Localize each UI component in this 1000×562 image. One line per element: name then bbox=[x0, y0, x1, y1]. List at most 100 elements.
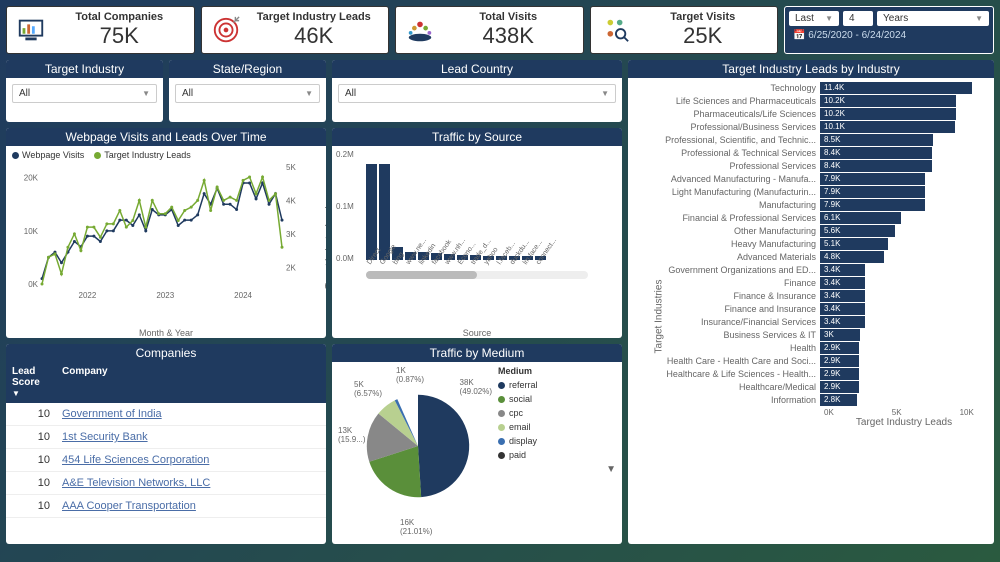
legend-label: cpc bbox=[509, 408, 523, 418]
legend-item[interactable]: paid bbox=[498, 450, 616, 460]
filter-select[interactable]: All ▼ bbox=[338, 84, 616, 103]
hbar-label: Pharmaceuticals/Life Sciences bbox=[640, 109, 820, 119]
bar[interactable] bbox=[366, 164, 377, 260]
hbar[interactable]: 5.6K bbox=[820, 225, 895, 237]
legend-label: social bbox=[509, 394, 532, 404]
hbar[interactable]: 2.9K bbox=[820, 355, 859, 367]
kpi-target-visits: Target Visits25K bbox=[590, 6, 779, 54]
hbar-label: Healthcare/Medical bbox=[640, 382, 820, 392]
legend-item-webpage-visits[interactable]: Webpage Visits bbox=[12, 150, 84, 160]
kpi-value: 25K bbox=[637, 23, 770, 49]
hbar[interactable]: 8.4K bbox=[820, 160, 932, 172]
hbar[interactable]: 6.1K bbox=[820, 212, 901, 224]
hbar-row: Advanced Materials4.8K bbox=[640, 251, 988, 263]
legend-dot-icon bbox=[12, 152, 19, 159]
x-axis-label: Month & Year bbox=[139, 328, 193, 338]
legend-item[interactable]: cpc bbox=[498, 408, 616, 418]
hbar[interactable]: 7.9K bbox=[820, 199, 925, 211]
filter-select[interactable]: All▼ bbox=[175, 84, 320, 103]
hbar-row: Other Manufacturing5.6K bbox=[640, 225, 988, 237]
filter-select[interactable]: All▼ bbox=[12, 84, 157, 103]
hbar[interactable]: 4.8K bbox=[820, 251, 884, 263]
hbar-label: Information bbox=[640, 395, 820, 405]
legend-label: Webpage Visits bbox=[22, 150, 84, 160]
filter-title: Target Industry bbox=[6, 60, 163, 78]
dashboard-icon bbox=[15, 14, 47, 46]
company-link[interactable]: AAA Cooper Transportation bbox=[62, 500, 196, 512]
table-row: 101st Security Bank bbox=[6, 426, 326, 449]
date-qty-select[interactable]: 4 bbox=[843, 11, 873, 26]
legend-dot-icon bbox=[498, 410, 505, 417]
filter-title: Lead Country bbox=[332, 60, 622, 78]
hbar[interactable]: 10.2K bbox=[820, 108, 956, 120]
hbar-label: Finance & Insurance bbox=[640, 291, 820, 301]
hbar-row: Health2.9K bbox=[640, 342, 988, 354]
hbar[interactable]: 7.9K bbox=[820, 173, 925, 185]
hbar[interactable]: 2.9K bbox=[820, 381, 859, 393]
kpi-label: Target Visits bbox=[637, 11, 770, 23]
hbar-label: Health bbox=[640, 343, 820, 353]
company-link[interactable]: A&E Television Networks, LLC bbox=[62, 477, 210, 489]
hbar[interactable]: 5.1K bbox=[820, 238, 888, 250]
hbar-label: Professional, Scientific, and Technic... bbox=[640, 135, 820, 145]
pie-more-icon[interactable]: ▼ bbox=[498, 464, 616, 475]
hbar-row: Professional/Business Services10.1K bbox=[640, 121, 988, 133]
hbar-label: Light Manufacturing (Manufacturin... bbox=[640, 187, 820, 197]
hbar[interactable]: 3.4K bbox=[820, 303, 865, 315]
hbar[interactable]: 10.2K bbox=[820, 95, 956, 107]
hbar[interactable]: 11.4K bbox=[820, 82, 972, 94]
hbar[interactable]: 8.5K bbox=[820, 134, 933, 146]
hbar-label: Insurance/Financial Services bbox=[640, 317, 820, 327]
pie-ann-pct: (0.87%) bbox=[396, 375, 424, 384]
hbar-label: Finance and Insurance bbox=[640, 304, 820, 314]
chevron-down-icon: ▼ bbox=[601, 89, 609, 98]
hbar[interactable]: 10.1K bbox=[820, 121, 955, 133]
kpi-total-companies: Total Companies75K bbox=[6, 6, 195, 54]
legend-item[interactable]: social bbox=[498, 394, 616, 404]
hbar[interactable]: 8.4K bbox=[820, 147, 932, 159]
legend-item-target-leads[interactable]: Target Industry Leads bbox=[94, 150, 191, 160]
col-company[interactable]: Company bbox=[56, 362, 326, 403]
company-link[interactable]: 454 Life Sciences Corporation bbox=[62, 454, 209, 466]
line-chart[interactable]: 0K10K20K2K3K4K5K202220232024 bbox=[12, 162, 312, 312]
col-lead-score[interactable]: Lead Score▼ bbox=[6, 362, 56, 403]
hbar-row: Insurance/Financial Services3.4K bbox=[640, 316, 988, 328]
bar[interactable] bbox=[379, 164, 390, 260]
hbar-row: Life Sciences and Pharmaceuticals10.2K bbox=[640, 95, 988, 107]
hbar[interactable]: 2.8K bbox=[820, 394, 857, 406]
hbar-row: Pharmaceuticals/Life Sciences10.2K bbox=[640, 108, 988, 120]
hbar[interactable]: 3.4K bbox=[820, 264, 865, 276]
pie-ann-val: 5K bbox=[354, 380, 364, 389]
hbar-label: Financial & Professional Services bbox=[640, 213, 820, 223]
hbar[interactable]: 3.4K bbox=[820, 277, 865, 289]
date-mode-select[interactable]: Last▼ bbox=[789, 11, 839, 26]
pie-legend: Medium referralsocialcpcemaildisplaypaid… bbox=[498, 366, 616, 540]
filter-target-industry: Target Industry All▼ bbox=[6, 60, 163, 122]
horizontal-scrollbar[interactable] bbox=[366, 271, 588, 279]
legend-item[interactable]: email bbox=[498, 422, 616, 432]
hbar[interactable]: 3.4K bbox=[820, 290, 865, 302]
hbar-row: Finance and Insurance3.4K bbox=[640, 303, 988, 315]
kpi-label: Total Companies bbox=[53, 11, 186, 23]
ytick: 0.0M bbox=[336, 254, 354, 263]
filter-value: All bbox=[345, 88, 356, 99]
date-unit-select[interactable]: Years▼ bbox=[877, 11, 989, 26]
hbar-row: Business Services & IT3K bbox=[640, 329, 988, 341]
hbar[interactable]: 2.9K bbox=[820, 368, 859, 380]
hbar-label: Technology bbox=[640, 83, 820, 93]
legend-item[interactable]: display bbox=[498, 436, 616, 446]
horizontal-bar-chart[interactable]: Technology11.4KLife Sciences and Pharmac… bbox=[640, 82, 988, 406]
hbar[interactable]: 3K bbox=[820, 329, 860, 341]
lead-score-cell: 10 bbox=[6, 449, 56, 471]
ytick: 0.2M bbox=[336, 150, 354, 159]
company-link[interactable]: Government of India bbox=[62, 408, 162, 420]
y-axis-label: Target Industries bbox=[653, 280, 664, 354]
hbar-label: Other Manufacturing bbox=[640, 226, 820, 236]
legend-dot-icon bbox=[498, 452, 505, 459]
hbar[interactable]: 7.9K bbox=[820, 186, 925, 198]
legend-item[interactable]: referral bbox=[498, 380, 616, 390]
hbar[interactable]: 3.4K bbox=[820, 316, 865, 328]
hbar[interactable]: 2.9K bbox=[820, 342, 859, 354]
company-link[interactable]: 1st Security Bank bbox=[62, 431, 148, 443]
table-row: 10 454 Life Sciences Corporation bbox=[6, 449, 326, 472]
